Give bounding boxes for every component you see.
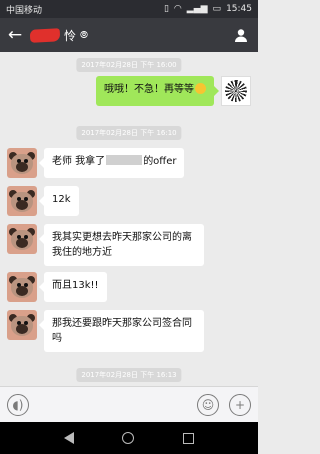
contact-avatar[interactable] xyxy=(7,224,37,254)
timestamp: 2017年02月28日 下午 16:00 xyxy=(76,58,182,72)
input-bar: ◖) ☺ + xyxy=(0,386,258,422)
clock: 15:45 xyxy=(226,4,252,14)
wifi-icon: ◠ xyxy=(173,4,182,14)
message-text: 我其实更想去昨天那家公司的离我住的地方近 xyxy=(52,232,192,258)
chat-title-text: 怜 xyxy=(64,28,77,43)
message-row: 哦哦！不急！再等等 xyxy=(96,76,251,106)
profile-icon[interactable] xyxy=(224,18,258,52)
nav-recents-icon[interactable] xyxy=(182,432,194,444)
message-row: 而且13k!! xyxy=(7,272,107,302)
system-nav-bar xyxy=(0,422,258,454)
message-row: 老师 我拿了 的offer xyxy=(7,148,185,178)
chat-title: 怜 ⦾ xyxy=(29,27,224,44)
redacted-company xyxy=(106,155,143,165)
redacted-name xyxy=(29,27,61,43)
signal-icon: ▂▄▆ xyxy=(186,4,208,14)
emoji-icon[interactable]: ☺ xyxy=(197,393,219,416)
mute-icon: ⦾ xyxy=(80,29,89,41)
contact-avatar[interactable] xyxy=(7,310,37,340)
contact-avatar[interactable] xyxy=(7,186,37,216)
message-text: 老师 我拿了 xyxy=(52,156,106,167)
message-bubble[interactable]: 哦哦！不急！再等等 xyxy=(96,76,219,106)
message-row: 12k xyxy=(7,186,79,216)
carrier-label: 中国移动 xyxy=(6,5,43,16)
status-bar: 中国移动 ▯ ◠ ▂▄▆ ▭ 15:45 xyxy=(0,0,258,18)
voice-input-icon[interactable]: ◖) xyxy=(7,393,29,416)
message-text: 哦哦！不急！再等等 xyxy=(104,84,194,95)
timestamp: 2017年02月28日 下午 16:10 xyxy=(76,126,182,140)
message-text: 的offer xyxy=(143,156,177,167)
nav-back-icon[interactable] xyxy=(64,432,75,444)
message-bubble[interactable]: 我其实更想去昨天那家公司的离我住的地方近 xyxy=(39,224,204,266)
message-bubble[interactable]: 老师 我拿了 的offer xyxy=(38,148,185,178)
message-text: 12k xyxy=(52,194,71,205)
back-arrow-icon[interactable]: ← xyxy=(0,18,30,52)
contact-avatar[interactable] xyxy=(7,148,37,178)
message-text: 而且13k!! xyxy=(52,280,99,291)
message-text: 那我还要跟昨天那家公司签合同吗 xyxy=(52,318,192,344)
chat-area[interactable]: 2017年02月28日 下午 16:00 哦哦！不急！再等等 2017年02月2… xyxy=(0,52,258,386)
my-avatar[interactable] xyxy=(221,76,251,106)
message-bubble[interactable]: 12k xyxy=(39,186,79,216)
chat-header: ← 怜 ⦾ xyxy=(0,18,258,52)
status-icons: ▯ ◠ ▂▄▆ ▭ 15:45 xyxy=(164,4,252,14)
timestamp: 2017年02月28日 下午 16:13 xyxy=(76,368,182,382)
add-more-icon[interactable]: + xyxy=(229,393,251,416)
battery-icon: ▭ xyxy=(212,4,222,14)
smiley-emoji-icon xyxy=(195,83,206,94)
message-bubble[interactable]: 而且13k!! xyxy=(39,272,107,302)
contact-avatar[interactable] xyxy=(7,272,37,302)
message-bubble[interactable]: 那我还要跟昨天那家公司签合同吗 xyxy=(39,310,204,352)
vibrate-icon: ▯ xyxy=(163,4,169,14)
message-row: 那我还要跟昨天那家公司签合同吗 xyxy=(7,310,204,352)
message-row: 我其实更想去昨天那家公司的离我住的地方近 xyxy=(7,224,204,266)
nav-home-icon[interactable] xyxy=(122,432,135,444)
